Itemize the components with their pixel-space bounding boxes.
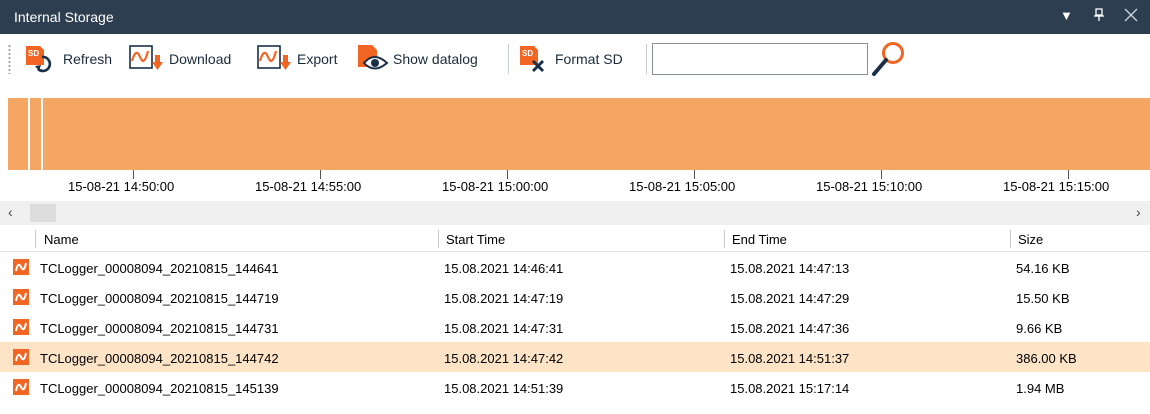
- show-datalog-button[interactable]: Show datalog: [354, 44, 478, 74]
- datalog-eye-icon: [354, 43, 390, 76]
- pin-icon[interactable]: [1093, 8, 1105, 26]
- refresh-button[interactable]: SD Refresh: [24, 44, 112, 74]
- axis-tick: [1068, 170, 1069, 179]
- column-divider: [35, 230, 36, 248]
- file-table: Name Start Time End Time Size TCLogger_0…: [0, 226, 1150, 402]
- close-icon[interactable]: [1124, 8, 1138, 26]
- timeline-log-marker: [41, 98, 43, 170]
- toolbar-grip[interactable]: [8, 44, 11, 74]
- scroll-left-icon[interactable]: ‹: [8, 204, 13, 220]
- table-row[interactable]: TCLogger_00008094_20210815_144719 15.08.…: [0, 282, 1150, 312]
- show-datalog-label: Show datalog: [393, 51, 478, 67]
- datalog-file-icon: [13, 289, 29, 305]
- export-button[interactable]: Export: [256, 44, 337, 74]
- refresh-label: Refresh: [63, 51, 113, 67]
- start-time: 15.08.2021 14:47:42: [444, 351, 564, 366]
- axis-tick-label: 15-08-21 15:05:00: [629, 179, 736, 194]
- table-row[interactable]: TCLogger_00008094_20210815_144641 15.08.…: [0, 252, 1150, 282]
- axis-tick-label: 15-08-21 15:10:00: [816, 179, 923, 194]
- column-header-start-time[interactable]: Start Time: [446, 232, 505, 247]
- export-icon: [256, 43, 294, 76]
- start-time: 15.08.2021 14:51:39: [444, 381, 564, 396]
- timeline-log-marker: [28, 98, 30, 170]
- datalog-file-icon: [13, 319, 29, 335]
- end-time: 15.08.2021 14:51:37: [730, 351, 850, 366]
- export-label: Export: [297, 51, 338, 67]
- file-size: 15.50 KB: [1016, 291, 1070, 306]
- search-input[interactable]: [652, 43, 868, 75]
- column-divider: [1010, 230, 1011, 248]
- timeline-axis: 15-08-21 14:50:00 15-08-21 14:55:00 15-0…: [8, 170, 1150, 200]
- format-sd-label: Format SD: [555, 51, 623, 67]
- horizontal-scrollbar[interactable]: ‹ ›: [0, 201, 1150, 225]
- axis-tick: [694, 170, 695, 179]
- axis-tick-label: 15-08-21 14:55:00: [255, 179, 362, 194]
- column-header-end-time[interactable]: End Time: [732, 232, 787, 247]
- datalog-file-icon: [13, 379, 29, 395]
- sd-format-icon: SD: [518, 43, 552, 76]
- end-time: 15.08.2021 14:47:29: [730, 291, 850, 306]
- scroll-thumb[interactable]: [30, 204, 56, 222]
- end-time: 15.08.2021 15:17:14: [730, 381, 850, 396]
- download-icon: [128, 43, 166, 76]
- column-header-size[interactable]: Size: [1018, 232, 1043, 247]
- axis-tick-label: 15-08-21 15:00:00: [442, 179, 549, 194]
- file-size: 386.00 KB: [1016, 351, 1077, 366]
- download-button[interactable]: Download: [128, 44, 231, 74]
- axis-tick: [320, 170, 321, 179]
- search-icon[interactable]: [868, 38, 908, 80]
- datalog-file-icon: [13, 349, 29, 365]
- axis-tick: [507, 170, 508, 179]
- start-time: 15.08.2021 14:46:41: [444, 261, 564, 276]
- file-name: TCLogger_00008094_20210815_144641: [40, 261, 279, 276]
- toolbar: SD Refresh Download Export Show datalog …: [0, 34, 1150, 86]
- sd-refresh-icon: SD: [24, 43, 60, 76]
- table-header: Name Start Time End Time Size: [0, 226, 1150, 252]
- column-divider: [724, 230, 725, 248]
- panel-title-bar: Internal Storage ▼: [0, 0, 1150, 34]
- dropdown-icon[interactable]: ▼: [1060, 8, 1073, 24]
- start-time: 15.08.2021 14:47:31: [444, 321, 564, 336]
- start-time: 15.08.2021 14:47:19: [444, 291, 564, 306]
- file-name: TCLogger_00008094_20210815_145139: [40, 381, 279, 396]
- format-sd-button[interactable]: SD Format SD: [518, 44, 623, 74]
- file-name: TCLogger_00008094_20210815_144742: [40, 351, 279, 366]
- scroll-right-icon[interactable]: ›: [1136, 204, 1141, 220]
- file-name: TCLogger_00008094_20210815_144719: [40, 291, 279, 306]
- toolbar-separator: [508, 44, 509, 74]
- end-time: 15.08.2021 14:47:13: [730, 261, 850, 276]
- svg-text:SD: SD: [522, 49, 533, 58]
- column-header-name[interactable]: Name: [44, 232, 79, 247]
- datalog-file-icon: [13, 259, 29, 275]
- file-name: TCLogger_00008094_20210815_144731: [40, 321, 279, 336]
- axis-tick-label: 15-08-21 15:15:00: [1003, 179, 1110, 194]
- axis-tick: [133, 170, 134, 179]
- axis-tick-label: 15-08-21 14:50:00: [68, 179, 175, 194]
- axis-tick: [881, 170, 882, 179]
- file-size: 1.94 MB: [1016, 381, 1065, 396]
- table-row[interactable]: TCLogger_00008094_20210815_144731 15.08.…: [0, 312, 1150, 342]
- column-divider: [438, 230, 439, 248]
- file-size: 54.16 KB: [1016, 261, 1070, 276]
- table-row[interactable]: TCLogger_00008094_20210815_145139 15.08.…: [0, 372, 1150, 402]
- panel-title: Internal Storage: [14, 9, 114, 25]
- download-label: Download: [169, 51, 232, 67]
- timeline-bar[interactable]: [8, 98, 1150, 170]
- toolbar-separator: [646, 44, 647, 74]
- file-size: 9.66 KB: [1016, 321, 1063, 336]
- end-time: 15.08.2021 14:47:36: [730, 321, 850, 336]
- svg-text:SD: SD: [28, 49, 39, 58]
- table-row-selected[interactable]: TCLogger_00008094_20210815_144742 15.08.…: [0, 342, 1150, 372]
